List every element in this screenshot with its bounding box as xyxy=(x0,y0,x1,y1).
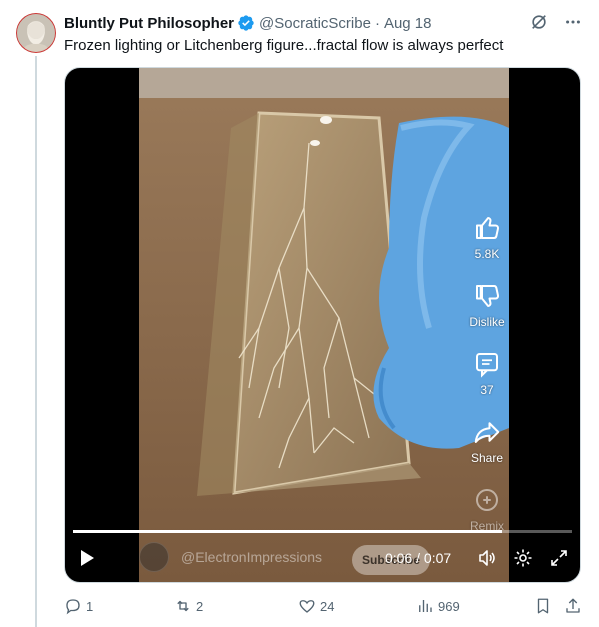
share-label: Share xyxy=(470,451,504,465)
share-upload-icon xyxy=(566,598,580,613)
reply-icon xyxy=(66,599,80,615)
tweet-action-bar: 1 2 24 969 xyxy=(64,597,583,617)
video-time-display: 0:06 / 0:07 xyxy=(385,550,452,566)
video-frame[interactable] xyxy=(139,68,509,582)
like-video-button[interactable]: 5.8K xyxy=(472,213,502,261)
heart-icon xyxy=(299,600,315,613)
video-player[interactable]: 5.8K Dislike 37 Share Remix @ElectronImp… xyxy=(64,67,581,583)
comments-button[interactable]: 37 xyxy=(472,349,502,397)
video-comment-count: 37 xyxy=(480,383,494,397)
like-button[interactable]: 24 xyxy=(298,597,334,615)
verified-badge-icon[interactable] xyxy=(237,14,255,32)
author-handle[interactable]: @SocraticScribe xyxy=(259,15,371,32)
channel-watermark: @ElectronImpressions xyxy=(139,542,322,572)
view-count: 969 xyxy=(438,598,460,614)
video-like-count: 5.8K xyxy=(474,247,500,261)
share-video-button[interactable]: Share xyxy=(471,417,503,465)
share-button[interactable] xyxy=(564,597,586,615)
grok-icon[interactable] xyxy=(529,12,549,32)
philosopher-bust-image xyxy=(16,13,56,53)
author-name[interactable]: Bluntly Put Philosopher xyxy=(64,15,234,32)
channel-logo xyxy=(139,542,169,572)
dislike-label: Dislike xyxy=(469,315,505,329)
repost-button[interactable]: 2 xyxy=(174,597,203,615)
tweet-text: Frozen lighting or Litchenberg figure...… xyxy=(64,37,504,54)
more-options-icon[interactable] xyxy=(563,12,583,32)
dislike-video-button[interactable]: Dislike xyxy=(469,281,505,329)
thumbs-down-icon xyxy=(476,285,500,307)
reply-button[interactable]: 1 xyxy=(64,597,93,615)
volume-icon[interactable] xyxy=(477,548,497,568)
tweet-header: Bluntly Put Philosopher @SocraticScribe … xyxy=(64,13,432,33)
views-button[interactable]: 969 xyxy=(416,597,460,615)
lichtenberg-figure-video-still xyxy=(139,68,509,582)
avatar[interactable] xyxy=(16,13,56,53)
like-count: 24 xyxy=(320,598,335,614)
settings-gear-icon[interactable] xyxy=(513,548,533,568)
views-bar-chart-icon xyxy=(419,600,432,612)
tweet-date[interactable]: Aug 18 xyxy=(384,15,432,32)
bookmark-icon xyxy=(537,598,549,614)
play-icon[interactable] xyxy=(77,548,97,568)
shorts-action-rail: 5.8K Dislike 37 Share Remix xyxy=(465,213,509,553)
channel-name: @ElectronImpressions xyxy=(181,549,323,565)
share-arrow-icon xyxy=(474,422,500,443)
remix-icon xyxy=(475,489,498,511)
repost-icon xyxy=(177,600,189,612)
tweet-top-actions xyxy=(529,12,583,32)
separator-dot: · xyxy=(374,14,380,32)
thread-connector-line xyxy=(35,56,37,627)
bookmark-button[interactable] xyxy=(534,597,556,615)
thumbs-up-icon xyxy=(476,217,500,239)
comment-icon xyxy=(476,353,498,378)
repost-count: 2 xyxy=(196,598,204,614)
video-controls: @ElectronImpressions Subscribe 0:06 / 0:… xyxy=(65,532,580,582)
remix-button[interactable]: Remix xyxy=(470,485,504,533)
fullscreen-icon[interactable] xyxy=(549,548,569,568)
reply-count: 1 xyxy=(86,598,94,614)
